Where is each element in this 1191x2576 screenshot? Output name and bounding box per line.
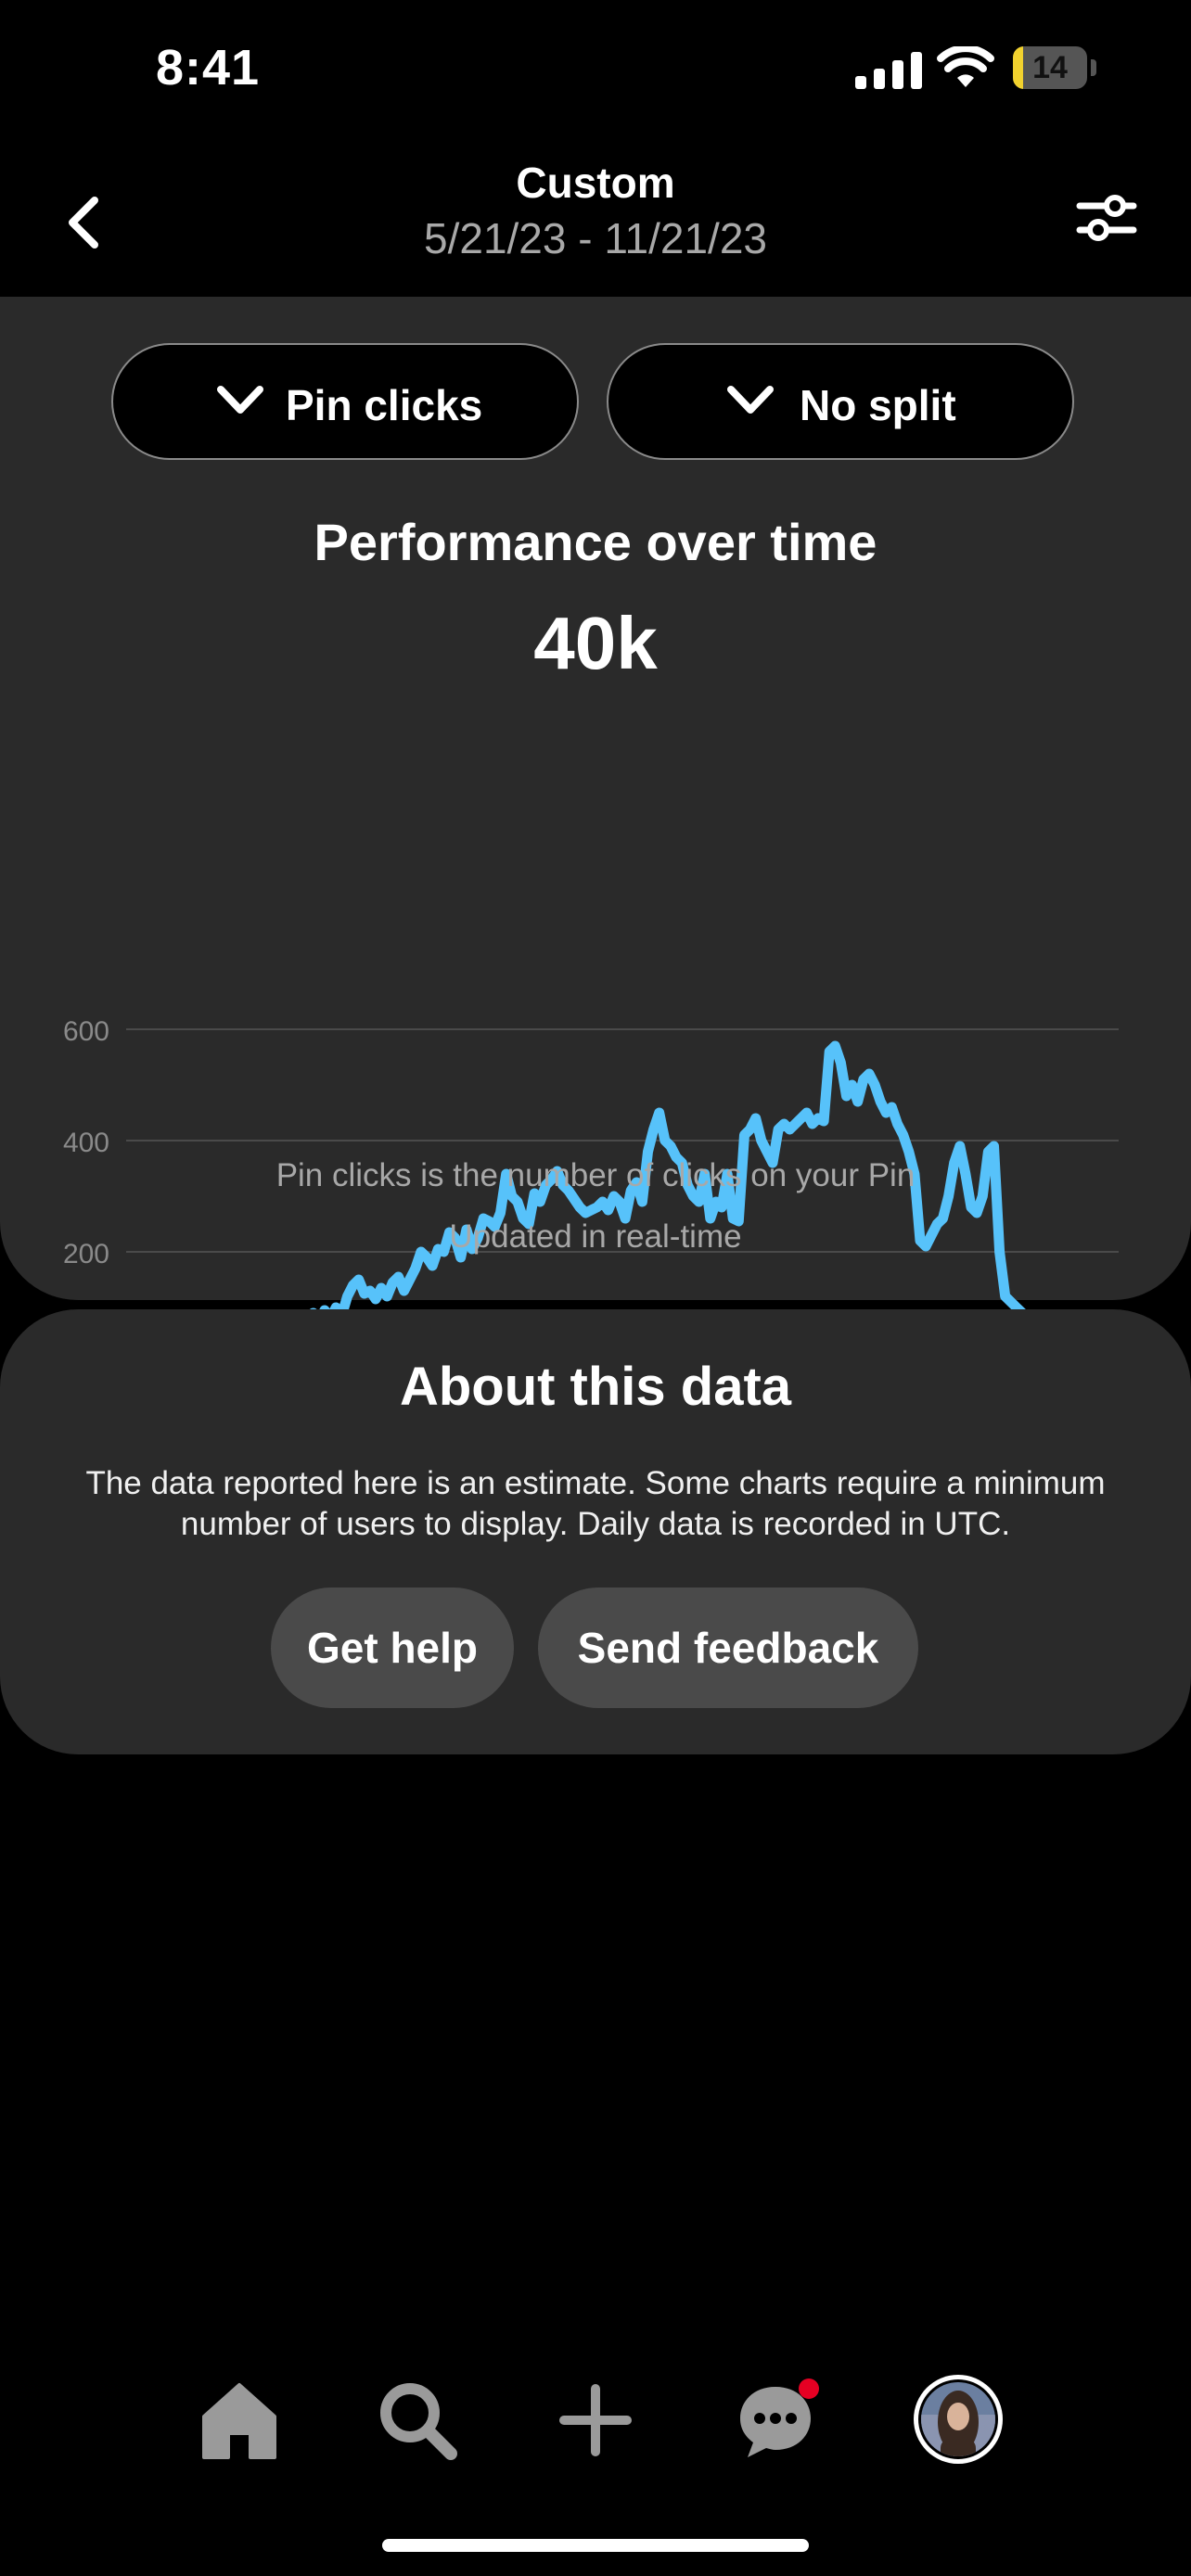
performance-card: Pin clicks No split Performance over tim…	[0, 297, 1191, 1409]
profile-avatar[interactable]	[907, 2368, 1009, 2470]
y-tick-label: 400	[63, 1128, 109, 1158]
battery-icon: 14	[1013, 46, 1098, 89]
split-dropdown[interactable]: No split	[607, 343, 1074, 460]
status-time: 8:41	[156, 40, 261, 96]
about-card: About this data The data reported here i…	[0, 1309, 1191, 1754]
home-icon[interactable]	[193, 2374, 286, 2467]
get-help-button[interactable]: Get help	[271, 1588, 514, 1708]
metric-dropdown-label: Pin clicks	[286, 381, 483, 429]
wifi-icon	[937, 46, 994, 87]
tab-bar	[0, 2374, 1191, 2485]
filter-settings-icon[interactable]	[1074, 185, 1139, 250]
metric-dropdown[interactable]: Pin clicks	[111, 343, 579, 460]
chevron-down-icon	[727, 386, 774, 414]
metric-definition: Pin clicks is the number of clicks on yo…	[275, 1157, 916, 1193]
plus-icon[interactable]	[549, 2374, 642, 2467]
notification-dot	[799, 2378, 819, 2399]
update-note: Updated in real-time	[449, 1218, 742, 1255]
chevron-down-icon	[217, 386, 263, 414]
status-bar: 8:41 14	[0, 0, 1191, 139]
y-tick-label: 600	[63, 1016, 109, 1047]
split-dropdown-label: No split	[800, 381, 956, 429]
total-value: 40k	[533, 602, 658, 684]
home-indicator[interactable]	[382, 2539, 809, 2552]
page-title[interactable]: Custom	[0, 158, 1191, 208]
about-text: The data reported here is an estimate. S…	[85, 1465, 1106, 1542]
about-title: About this data	[399, 1357, 792, 1417]
battery-percent: 14	[1032, 50, 1068, 85]
date-range[interactable]: 5/21/23 - 11/21/23	[0, 213, 1191, 263]
search-icon[interactable]	[371, 2374, 464, 2467]
chart-title: Performance over time	[314, 513, 877, 571]
cellular-signal-icon	[855, 52, 922, 89]
messages-icon[interactable]	[729, 2374, 822, 2467]
header: Custom 5/21/23 - 11/21/23	[0, 139, 1191, 297]
send-feedback-button[interactable]: Send feedback	[538, 1588, 918, 1708]
